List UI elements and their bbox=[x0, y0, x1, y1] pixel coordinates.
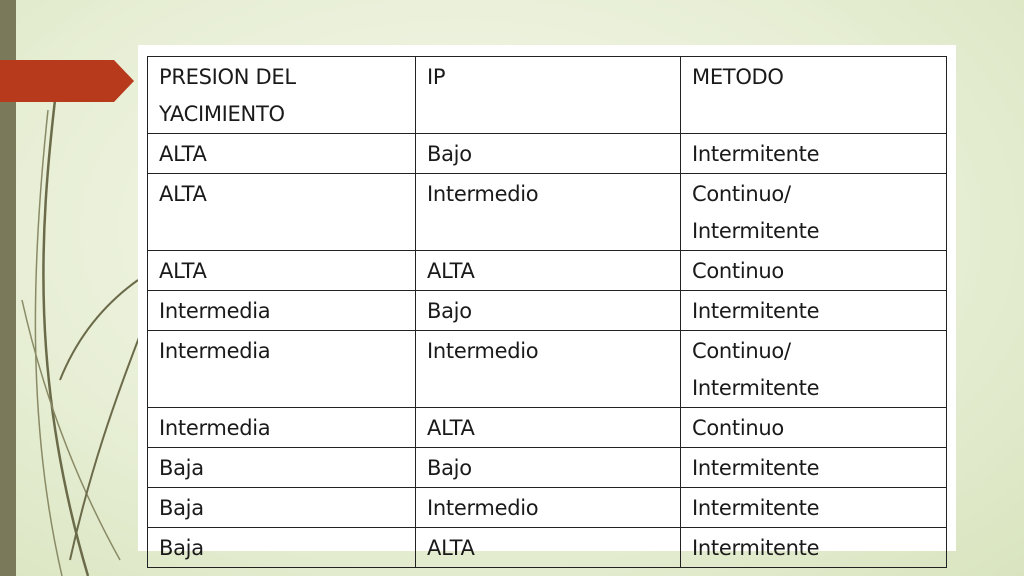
table-row: Intermedia ALTA Continuo bbox=[147, 407, 947, 448]
table-cell: Bajo bbox=[415, 133, 681, 174]
table-cell: ALTA bbox=[147, 133, 416, 174]
header-cell: METODO bbox=[680, 56, 947, 134]
header-cell: IP bbox=[415, 56, 681, 134]
table-cell: Intermedio bbox=[415, 173, 681, 251]
table-row: Intermedia Intermedio Continuo/Intermitent… bbox=[147, 330, 947, 408]
table-cell: Continuo/Intermitente bbox=[680, 330, 947, 408]
red-arrow-shape bbox=[0, 60, 134, 102]
table-row: Baja ALTA Intermitente bbox=[147, 527, 947, 568]
table-cell: Intermitente bbox=[680, 527, 947, 568]
table-cell: ALTA bbox=[415, 250, 681, 291]
table-cell: Intermitente bbox=[680, 133, 947, 174]
table-cell: ALTA bbox=[147, 250, 416, 291]
table-cell: Intermedio bbox=[415, 487, 681, 528]
table-cell: Intermedia bbox=[147, 290, 416, 331]
table-cell: Intermedia bbox=[147, 407, 416, 448]
table-cell: Continuo bbox=[680, 250, 947, 291]
table-cell: Intermitente bbox=[680, 290, 947, 331]
table-cell: Baja bbox=[147, 527, 416, 568]
table-cell: Intermitente bbox=[680, 447, 947, 488]
table-cell: Baja bbox=[147, 487, 416, 528]
header-row: PRESION DEL YACIMIENTO IP METODO bbox=[147, 56, 947, 134]
table-row: ALTA Bajo Intermitente bbox=[147, 133, 947, 174]
table-row: Intermedia Bajo Intermitente bbox=[147, 290, 947, 331]
data-table: PRESION DEL YACIMIENTO IP METODO ALTA Bajo… bbox=[147, 56, 947, 568]
table-row: Baja Bajo Intermitente bbox=[147, 447, 947, 488]
table-cell: Intermedia bbox=[147, 330, 416, 408]
table-row: ALTA Intermedio Continuo/Intermitente bbox=[147, 173, 947, 251]
table-cell: ALTA bbox=[415, 407, 681, 448]
table-row: ALTA ALTA Continuo bbox=[147, 250, 947, 291]
table-cell: Bajo bbox=[415, 290, 681, 331]
header-cell: PRESION DEL YACIMIENTO bbox=[147, 56, 416, 134]
table-cell: Continuo/Intermitente bbox=[680, 173, 947, 251]
table-row: Baja Intermedio Intermitente bbox=[147, 487, 947, 528]
table-cell: Bajo bbox=[415, 447, 681, 488]
table-cell: ALTA bbox=[147, 173, 416, 251]
table-cell: Intermitente bbox=[680, 487, 947, 528]
table-cell: ALTA bbox=[415, 527, 681, 568]
table-cell: Continuo bbox=[680, 407, 947, 448]
table-cell: Intermedio bbox=[415, 330, 681, 408]
table-cell: Baja bbox=[147, 447, 416, 488]
